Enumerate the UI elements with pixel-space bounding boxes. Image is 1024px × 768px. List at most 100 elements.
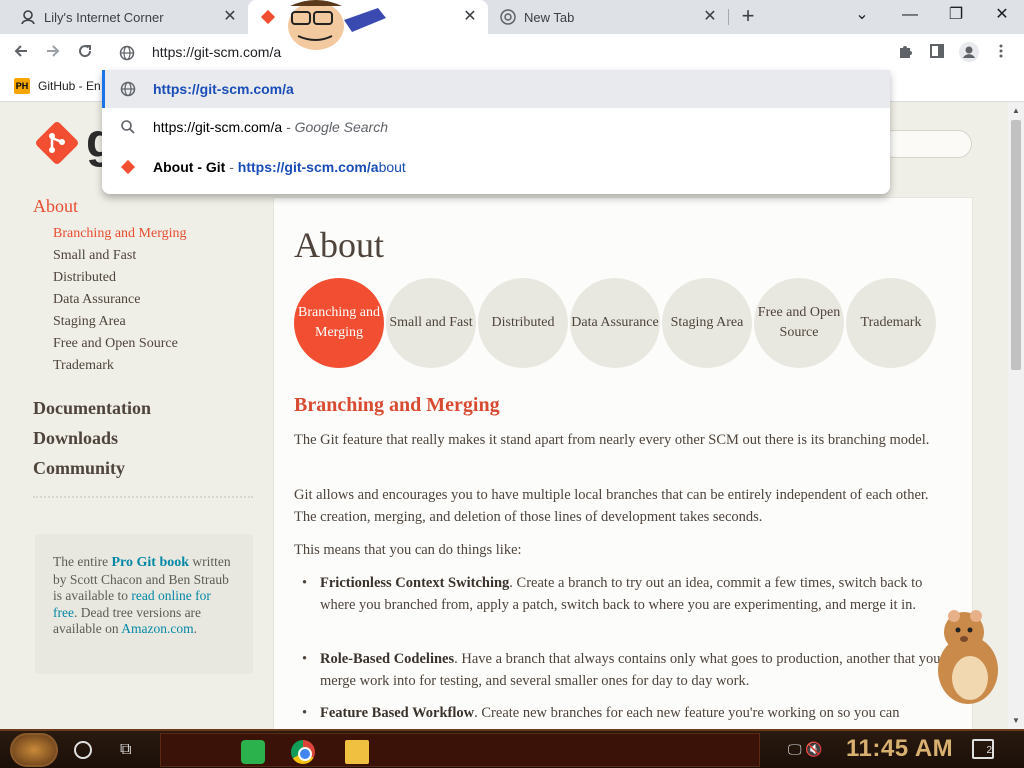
- sidebar-divider: [33, 496, 253, 502]
- circle-data-assurance[interactable]: Data Assurance: [570, 278, 660, 368]
- scroll-thumb[interactable]: [1011, 120, 1021, 370]
- globe-icon: [119, 45, 135, 61]
- reload-icon: [79, 45, 92, 58]
- circle-small-and-fast[interactable]: Small and Fast: [386, 278, 476, 368]
- network-icon[interactable]: 🖵: [788, 741, 802, 757]
- ph-icon: PH: [14, 78, 30, 94]
- circle-staging-area[interactable]: Staging Area: [662, 278, 752, 368]
- kebab-menu-icon: [999, 44, 1003, 58]
- sidebar-item-documentation[interactable]: Documentation: [33, 393, 253, 423]
- taskbar: ⧉ 🖵 🔇 11:45 AM 2: [0, 729, 1024, 768]
- avatar-icon: [959, 42, 979, 62]
- sidebar-item-data-assurance[interactable]: Data Assurance: [53, 289, 253, 311]
- suggestion-url-match: https://git-scm.com/a: [237, 159, 379, 175]
- scroll-down-icon[interactable]: ▼: [1012, 716, 1020, 725]
- user-shield-icon: [21, 10, 35, 25]
- circle-free-and-open-source[interactable]: Free and Open Source: [754, 278, 844, 368]
- restore-button[interactable]: ❐: [936, 3, 976, 29]
- suggestion-text: About - Git - https://git-scm.com/about: [153, 159, 406, 175]
- task-view-icon[interactable]: ⧉: [120, 741, 131, 759]
- sidebar-item-small-and-fast[interactable]: Small and Fast: [53, 245, 253, 267]
- file-explorer-icon[interactable]: [345, 740, 369, 764]
- tab-new-tab[interactable]: New Tab ✕: [488, 0, 728, 34]
- suggestion-google-search[interactable]: https://git-scm.com/a - Google Search: [102, 108, 890, 146]
- sidebar-item-free-and-open-source[interactable]: Free and Open Source: [53, 333, 253, 355]
- new-tab-button[interactable]: +: [736, 5, 760, 29]
- list-item: Frictionless Context Switching. Create a…: [302, 572, 942, 616]
- taskbar-apps: [160, 733, 760, 767]
- book-text: .: [193, 621, 197, 636]
- extensions-button[interactable]: [894, 42, 916, 64]
- cartoon-character-sticker: [288, 0, 386, 50]
- list-item: Role-Based Codelines. Have a branch that…: [302, 648, 942, 692]
- paragraph: The Git feature that really makes it sta…: [294, 432, 930, 448]
- tab-close-icon[interactable]: ✕: [222, 9, 238, 25]
- tab-title: New Tab: [524, 9, 575, 25]
- cortana-icon[interactable]: [74, 741, 92, 759]
- volume-muted-icon[interactable]: 🔇: [805, 741, 822, 757]
- minimize-button[interactable]: —: [890, 3, 930, 29]
- side-panel-icon: [930, 44, 944, 58]
- arrow-left-icon: [14, 45, 27, 57]
- suggestion-url[interactable]: https://git-scm.com/a: [102, 70, 890, 108]
- sidebar-item-distributed[interactable]: Distributed: [53, 267, 253, 289]
- scroll-up-icon[interactable]: ▲: [1012, 106, 1020, 115]
- sidebar-item-staging-area[interactable]: Staging Area: [53, 311, 253, 333]
- bookmark-label: GitHub - En: [38, 79, 101, 93]
- chrome-app-icon[interactable]: [291, 740, 315, 764]
- pro-git-book-link[interactable]: Pro Git book: [111, 555, 189, 570]
- suggestion-text: https://git-scm.com/a: [153, 81, 294, 97]
- tab-title: Lily's Internet Corner: [44, 9, 164, 25]
- tab-lilys-internet-corner[interactable]: Lily's Internet Corner ✕: [8, 0, 248, 34]
- sidebar-item-community[interactable]: Community: [33, 453, 253, 483]
- tab-separator: [728, 9, 729, 25]
- sidebar-item-about[interactable]: About: [33, 196, 253, 217]
- suggestion-suffix: - Google Search: [282, 119, 388, 135]
- tab-close-icon[interactable]: ✕: [702, 9, 718, 25]
- circle-trademark[interactable]: Trademark: [846, 278, 936, 368]
- close-window-button[interactable]: ✕: [982, 3, 1022, 29]
- sidebar-item-downloads[interactable]: Downloads: [33, 423, 253, 453]
- circle-branching-and-merging[interactable]: Branching and Merging: [294, 278, 384, 368]
- git-logo-icon[interactable]: [34, 120, 80, 166]
- forward-button[interactable]: [42, 42, 64, 64]
- list-item-title: Frictionless Context Switching: [320, 575, 510, 591]
- sidebar-item-branching-and-merging[interactable]: Branching and Merging: [53, 223, 253, 245]
- menu-button[interactable]: [990, 42, 1012, 64]
- start-button[interactable]: [10, 733, 58, 767]
- taskbar-clock[interactable]: 11:45 AM: [846, 735, 953, 763]
- chrome-icon: [500, 9, 516, 25]
- notes-app-icon[interactable]: [241, 740, 265, 764]
- sidebar-nav: About Branching and Merging Small and Fa…: [33, 196, 253, 483]
- side-panel-button[interactable]: [926, 42, 948, 64]
- globe-icon: [120, 81, 136, 97]
- tab-strip: Lily's Internet Corner ✕ ✕ New Tab ✕ + ⌄…: [0, 0, 1024, 34]
- bookmark-github[interactable]: PH GitHub - En: [14, 78, 101, 94]
- circle-distributed[interactable]: Distributed: [478, 278, 568, 368]
- page-title: About: [294, 225, 384, 265]
- suggestion-about-git[interactable]: About - Git - https://git-scm.com/about: [102, 148, 890, 186]
- page-scrollbar[interactable]: ▲ ▼: [1008, 102, 1024, 729]
- reload-button[interactable]: [74, 42, 96, 64]
- list-item-text: . Create new branches for each new featu…: [474, 705, 900, 721]
- amazon-link[interactable]: Amazon.com: [121, 621, 193, 636]
- puzzle-icon: [900, 46, 912, 58]
- suggestion-title: About - Git: [153, 159, 226, 175]
- suggestion-url-rest: bout: [378, 159, 406, 175]
- back-button[interactable]: [10, 42, 32, 64]
- notification-center-icon[interactable]: 2: [972, 739, 994, 759]
- suggestion-dropdown: https://git-scm.com/a https://git-scm.co…: [102, 70, 890, 194]
- suggestion-text: https://git-scm.com/a - Google Search: [153, 119, 388, 135]
- system-tray: 🖵 🔇: [788, 741, 823, 758]
- tab-close-icon[interactable]: ✕: [462, 9, 478, 25]
- notification-count: 2: [986, 745, 992, 756]
- profile-button[interactable]: [958, 42, 980, 64]
- sidebar-item-trademark[interactable]: Trademark: [53, 355, 253, 377]
- site-search-input[interactable]: [880, 130, 972, 158]
- search-icon: [121, 120, 135, 134]
- list-item: Feature Based Workflow. Create new branc…: [302, 702, 942, 724]
- tab-search-button[interactable]: ⌄: [842, 3, 882, 29]
- web-page: git About Branching and Merging Small an…: [0, 102, 1008, 729]
- address-bar[interactable]: [102, 34, 890, 72]
- pro-git-book-callout: The entire Pro Git book written by Scott…: [35, 534, 253, 674]
